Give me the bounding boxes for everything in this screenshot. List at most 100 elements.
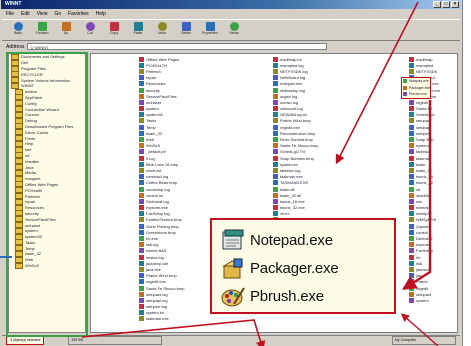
zoom-file-item[interactable]: Packager.exe [220, 254, 394, 282]
minimize-button[interactable]: _ [433, 1, 441, 8]
file-name: system32 [146, 112, 164, 118]
folder-tree[interactable]: Documents and Settings Dell Program Files R… [8, 53, 86, 333]
status-zone: My Computer [392, 336, 456, 345]
delete-button[interactable]: Delete [178, 21, 194, 40]
file-icon [273, 167, 278, 173]
tree-item-label: system [25, 228, 38, 234]
file-icon [139, 217, 144, 223]
file-name: explorer.exe [146, 205, 168, 211]
file-name: java.exe [146, 266, 161, 272]
selected-file-item[interactable]: Pbrush.exe [402, 91, 430, 98]
up-button[interactable]: Up [58, 21, 74, 40]
file-name: Offline Web Pages [146, 56, 180, 62]
file-name: Soap Bub [416, 137, 434, 143]
file-icon [409, 161, 414, 167]
file-icon [139, 297, 144, 303]
file-name: explorer [416, 242, 431, 248]
title-bar[interactable]: WINNT _ □ × [1, 0, 461, 9]
back-arrow-icon [13, 21, 23, 31]
file-icon [409, 112, 414, 118]
status-size: 325 KB [68, 336, 163, 345]
file-icon [139, 310, 144, 316]
file-name: Gone Fishing.bmp [146, 223, 179, 229]
zoom-file-item[interactable]: Pbrush.exe [220, 282, 394, 310]
file-name: PCHEALTH [146, 62, 168, 68]
file-name: twain_32 [146, 130, 163, 136]
tree-item-label: srchasst [25, 222, 40, 228]
zoom-file-label: Packager.exe [250, 259, 339, 277]
file-name: Greenstone.bmp [146, 229, 176, 235]
file-name: win [416, 198, 423, 204]
file-name: comsetup.log [146, 186, 170, 192]
file-icon [273, 81, 278, 87]
address-input[interactable]: C:\WINNT [27, 43, 328, 50]
file-icon [409, 99, 414, 105]
menu-item-edit[interactable]: Edit [21, 10, 30, 18]
file-name: setupact [416, 291, 432, 297]
file-icon [139, 93, 144, 99]
file-icon [409, 62, 414, 68]
file-icon [139, 137, 144, 143]
file-icon [409, 266, 414, 272]
tree-item-label: Temp [25, 245, 35, 251]
file-icon [403, 85, 407, 90]
tree-item-label: Debug [25, 118, 37, 124]
menu-item-file[interactable]: File [6, 10, 14, 18]
address-bar: Address C:\WINNT [2, 42, 460, 51]
file-name: Prefetch [146, 68, 161, 74]
zoom-file-item[interactable]: Notepad.exe [220, 226, 394, 254]
menu-item-help[interactable]: Help [96, 10, 106, 18]
file-icon [139, 254, 144, 260]
file-name: Soap Bubbles.bmp [280, 155, 314, 161]
menu-item-view[interactable]: View [37, 10, 48, 18]
file-item[interactable]: system [409, 297, 440, 303]
paste-button[interactable]: Paste [130, 21, 146, 40]
file-icon [409, 130, 414, 136]
file-name: twunk_16.exe [280, 198, 305, 204]
back-button[interactable]: Back [10, 21, 26, 40]
file-icon [139, 87, 144, 93]
file-icon [273, 62, 278, 68]
menu-item-go[interactable]: Go [54, 10, 61, 18]
tree-item-label: Documents and Settings [21, 54, 65, 60]
file-icon [273, 56, 278, 62]
file-name: Rhododendron.bmp [280, 130, 316, 136]
file-name: cmsetacl.log [146, 174, 169, 180]
menu-item-favorites[interactable]: Favorites [68, 10, 89, 18]
file-icon [273, 180, 278, 186]
file-item[interactable]: taskman.exe [139, 316, 184, 322]
file-name: control.ini [146, 192, 164, 198]
tree-item-label: addins [25, 89, 37, 95]
forward-button[interactable]: Forward [34, 21, 50, 40]
notepad-icon [220, 228, 246, 252]
menu-bar: File Edit View Go Favorites Help [2, 10, 106, 18]
tree-item-label: repair [25, 199, 36, 205]
file-icon [139, 279, 144, 285]
scissors-icon [85, 21, 95, 31]
cut-button[interactable]: Cut [82, 21, 98, 40]
file-icon [409, 56, 414, 62]
close-button[interactable]: × [451, 1, 459, 8]
file-icon [139, 174, 144, 180]
file-name: hh.exe [146, 236, 159, 242]
undo-button[interactable]: Undo [154, 21, 170, 40]
properties-button[interactable]: Properties [202, 21, 218, 40]
file-name: Tasks [146, 118, 157, 124]
file-name: msdfmap [416, 56, 433, 62]
file-name: msmqinst.log [280, 62, 304, 68]
views-icon [229, 21, 239, 31]
views-button[interactable]: Views [226, 21, 242, 40]
tree-item-label: Prefetch [25, 193, 40, 199]
file-icon [273, 130, 278, 136]
file-name: Temp [146, 124, 156, 130]
copy-button[interactable]: Copy [106, 21, 122, 40]
file-icon [139, 192, 144, 198]
maximize-button[interactable]: □ [442, 1, 450, 8]
tree-item-label: msagent [25, 176, 41, 182]
file-name: system.ini [280, 161, 298, 167]
file-icon [139, 99, 144, 105]
tree-item[interactable]: WinSxS [9, 262, 85, 269]
file-name: twain [416, 161, 426, 167]
file-name: security [146, 87, 160, 93]
file-icon [409, 174, 414, 180]
